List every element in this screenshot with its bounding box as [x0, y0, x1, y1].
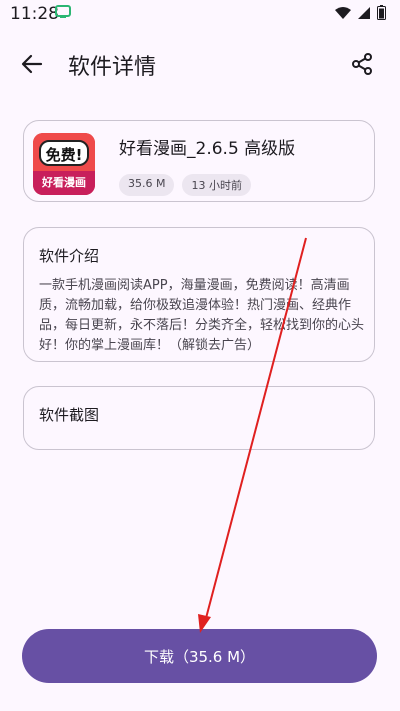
updated-chip: 13 小时前	[182, 174, 251, 196]
status-icons	[335, 5, 386, 20]
share-button[interactable]	[344, 46, 380, 82]
page-title: 软件详情	[68, 55, 157, 80]
intro-title: 软件介绍	[39, 247, 100, 265]
intro-text: 一款手机漫画阅读APP，海量漫画，免费阅读！高清画质，流畅加载，给你极致追漫体验…	[39, 278, 365, 353]
back-arrow-icon	[21, 54, 43, 74]
app-name: 好看漫画_2.6.5 高级版	[119, 139, 296, 159]
app-bar: 软件详情	[0, 36, 400, 92]
app-info-card: 免费! 好看漫画 好看漫画_2.6.5 高级版 35.6 M 13 小时前	[23, 120, 375, 202]
share-icon	[352, 53, 372, 75]
back-button[interactable]	[14, 46, 50, 82]
battery-icon	[377, 5, 386, 20]
size-chip: 35.6 M	[119, 174, 175, 196]
download-button[interactable]: 下载（35.6 M）	[22, 629, 377, 683]
screenshots-title: 软件截图	[39, 406, 100, 424]
app-icon-brand-text: 好看漫画	[33, 171, 95, 195]
screenshots-card: 软件截图	[23, 386, 375, 450]
app-icon: 免费! 好看漫画	[33, 133, 95, 195]
status-bar: 11:28	[0, 0, 400, 28]
signal-icon	[358, 6, 370, 19]
app-notification-icon	[55, 5, 71, 18]
status-time: 11:28	[10, 4, 59, 24]
wifi-icon	[335, 6, 351, 19]
app-icon-free-text: 免费!	[39, 140, 89, 166]
intro-card: 软件介绍 一款手机漫画阅读APP，海量漫画，免费阅读！高清画质，流畅加载，给你极…	[23, 227, 375, 362]
app-meta-chips: 35.6 M 13 小时前	[119, 174, 251, 196]
